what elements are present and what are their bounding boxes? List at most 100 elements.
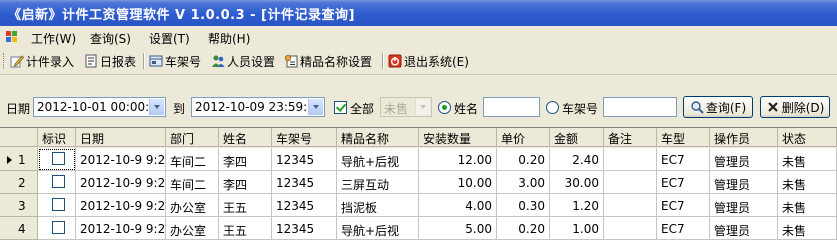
- cell-note: [604, 171, 657, 194]
- column-header-price[interactable]: 单价: [497, 128, 550, 147]
- row-number: 1: [18, 153, 26, 167]
- menu-help[interactable]: 帮助(H): [205, 29, 253, 48]
- chevron-down-icon[interactable]: [308, 99, 323, 115]
- table-row[interactable]: 2 2012-10-9 9:27 车间二 李四 12345 三屏互动 10.00…: [0, 171, 837, 194]
- cell-name: 王五: [219, 194, 272, 217]
- cell-status: 未售: [778, 171, 837, 194]
- frame-number-radio-label: 车架号: [562, 102, 599, 116]
- cell-qty: 5.00: [419, 217, 497, 240]
- row-flag-cell[interactable]: [38, 148, 76, 171]
- records-grid[interactable]: 标识 日期 部门 姓名 车架号 精品名称 安装数量 单价 金额 备注 车型 操作…: [0, 127, 837, 245]
- frame-icon: [149, 54, 163, 68]
- edit-pencil-icon: [10, 54, 25, 68]
- row-flag-cell[interactable]: [38, 217, 76, 240]
- column-header-amount[interactable]: 金额: [550, 128, 604, 147]
- cell-note: [604, 148, 657, 171]
- date-label: 日期: [6, 102, 31, 116]
- settings-list-icon: [284, 54, 298, 68]
- toolbar-exit-button[interactable]: 退出系统(E): [388, 52, 469, 70]
- column-header-model[interactable]: 车型: [657, 128, 710, 147]
- column-header-qty[interactable]: 安装数量: [419, 128, 497, 147]
- column-header-flag[interactable]: 标识: [38, 128, 76, 147]
- cell-model: EC7: [657, 171, 710, 194]
- cell-amount: 1.00: [550, 217, 604, 240]
- toolbar-staff-settings-button[interactable]: 人员设置: [211, 52, 275, 70]
- cell-amount: 30.00: [550, 171, 604, 194]
- frame-number-radio[interactable]: [546, 101, 559, 114]
- cell-qty: 10.00: [419, 171, 497, 194]
- query-button-label: 查询(F): [705, 100, 747, 115]
- row-header[interactable]: 1: [0, 148, 38, 171]
- toolbar-frame-number-button[interactable]: 车架号: [149, 52, 201, 70]
- cell-dept: 车间二: [166, 171, 219, 194]
- column-header-dept[interactable]: 部门: [166, 128, 219, 147]
- toolbar-product-name-settings-label: 精品名称设置: [300, 54, 373, 69]
- row-flag-checkbox[interactable]: [52, 152, 65, 165]
- toolbar-daily-report-button[interactable]: 日报表: [84, 52, 136, 70]
- column-header-date[interactable]: 日期: [76, 128, 166, 147]
- close-icon: [766, 100, 780, 114]
- column-header-status[interactable]: 状态: [778, 128, 837, 147]
- name-radio-label: 姓名: [454, 102, 479, 116]
- all-checkbox[interactable]: [334, 101, 347, 114]
- toolbar-piece-entry-label: 计件录入: [26, 54, 75, 69]
- column-header-operator[interactable]: 操作员: [710, 128, 778, 147]
- row-flag-checkbox[interactable]: [52, 221, 65, 234]
- delete-button[interactable]: 删除(D): [760, 96, 830, 118]
- cell-dept: 办公室: [166, 194, 219, 217]
- row-flag-cell[interactable]: [38, 171, 76, 194]
- cell-frame: 12345: [272, 217, 337, 240]
- toolbar-staff-settings-label: 人员设置: [227, 54, 276, 69]
- menu-work[interactable]: 工作(W): [28, 29, 79, 48]
- toolbar-grip[interactable]: [3, 53, 7, 69]
- cell-qty: 12.00: [419, 148, 497, 171]
- column-header-product[interactable]: 精品名称: [337, 128, 419, 147]
- cell-operator: 管理员: [710, 171, 778, 194]
- cell-amount: 1.20: [550, 194, 604, 217]
- row-header[interactable]: 4: [0, 217, 38, 240]
- cell-price: 3.00: [497, 171, 550, 194]
- table-row[interactable]: 1 2012-10-9 9:27 车间二 李四 12345 导航+后视 12.0…: [0, 148, 837, 171]
- cell-product: 三屏互动: [337, 171, 419, 194]
- cell-name: 王五: [219, 217, 272, 240]
- date-from-value: 2012-10-01 00:00:00: [37, 100, 165, 114]
- cell-date: 2012-10-9 9:27: [76, 171, 166, 194]
- frame-number-input[interactable]: [603, 97, 677, 117]
- row-header[interactable]: 3: [0, 194, 38, 217]
- column-header-note[interactable]: 备注: [604, 128, 657, 147]
- toolbar-product-name-settings-button[interactable]: 精品名称设置: [284, 52, 372, 70]
- cell-date: 2012-10-9 9:27: [76, 148, 166, 171]
- cell-product: 导航+后视: [337, 148, 419, 171]
- status-value: 未售: [384, 102, 409, 116]
- row-flag-cell[interactable]: [38, 194, 76, 217]
- chevron-down-icon[interactable]: [149, 99, 164, 115]
- date-to-picker[interactable]: 2012-10-09 23:59:59: [191, 97, 325, 117]
- row-header[interactable]: 2: [0, 171, 38, 194]
- chevron-down-icon: [415, 99, 430, 115]
- title-bar: 《启新》计件工资管理软件 V 1.0.0.3 - [计件记录查询]: [0, 0, 837, 26]
- date-from-picker[interactable]: 2012-10-01 00:00:00: [33, 97, 166, 117]
- row-flag-checkbox[interactable]: [52, 198, 65, 211]
- menu-settings[interactable]: 设置(T): [146, 29, 193, 48]
- status-select[interactable]: 未售: [380, 97, 432, 117]
- cell-price: 0.30: [497, 194, 550, 217]
- column-header-frame[interactable]: 车架号: [272, 128, 337, 147]
- cell-operator: 管理员: [710, 148, 778, 171]
- cell-operator: 管理员: [710, 194, 778, 217]
- cell-amount: 2.40: [550, 148, 604, 171]
- menu-query[interactable]: 查询(S): [87, 29, 134, 48]
- menu-bar: 工作(W) 查询(S) 设置(T) 帮助(H): [0, 26, 837, 49]
- toolbar-piece-entry-button[interactable]: 计件录入: [10, 52, 74, 70]
- cell-date: 2012-10-9 9:27: [76, 194, 166, 217]
- row-flag-checkbox[interactable]: [52, 175, 65, 188]
- name-input[interactable]: [483, 97, 540, 117]
- cell-frame: 12345: [272, 194, 337, 217]
- name-radio[interactable]: [438, 101, 451, 114]
- cell-model: EC7: [657, 194, 710, 217]
- query-button[interactable]: 查询(F): [683, 96, 753, 118]
- column-header-name[interactable]: 姓名: [219, 128, 272, 147]
- table-row[interactable]: 3 2012-10-9 9:27 办公室 王五 12345 挡泥板 4.00 0…: [0, 194, 837, 217]
- app-window-icon[interactable]: [6, 31, 18, 42]
- cell-model: EC7: [657, 217, 710, 240]
- table-row[interactable]: 4 2012-10-9 9:27 办公室 王五 12345 导航+后视 5.00…: [0, 217, 837, 240]
